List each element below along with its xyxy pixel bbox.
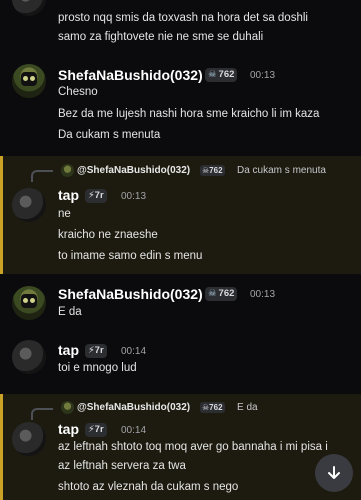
avatar[interactable]: [12, 286, 46, 320]
avatar[interactable]: [12, 188, 46, 222]
message[interactable]: tap ⚡7r 00:14 toi e mnogo lud: [0, 336, 361, 386]
lightning-icon: ⚡: [88, 424, 95, 435]
username[interactable]: ShefaNaBushido(032): [58, 286, 203, 302]
message-line: Chesno: [58, 86, 98, 98]
guild-tag-badge[interactable]: ⚡7r: [85, 423, 107, 437]
username[interactable]: tap: [58, 342, 79, 358]
reply-avatar[interactable]: [61, 401, 74, 414]
username[interactable]: ShefaNaBushido(032): [58, 67, 203, 83]
avatar[interactable]: [12, 340, 46, 374]
reply-snippet[interactable]: E da: [237, 402, 258, 413]
reply-guild-tag-badge: ☠762: [200, 402, 225, 413]
message-line: az leftnah servera za twa: [58, 460, 186, 472]
timestamp: 00:13: [250, 289, 276, 300]
reply-connector: [31, 170, 53, 182]
eye-icon: [30, 298, 35, 303]
avatar[interactable]: [12, 0, 46, 16]
skull-icon: ☠: [208, 288, 217, 299]
chevron-down-icon: [328, 466, 340, 479]
message-line: prosto nqq smis da toxvash na hora det s…: [58, 12, 308, 24]
message-highlighted[interactable]: @ShefaNaBushido(032) ☠762 E da tap ⚡7r 0…: [0, 394, 361, 500]
reply-author[interactable]: @ShefaNaBushido(032): [77, 165, 190, 176]
timestamp: 00:14: [121, 425, 147, 436]
message-partial: prosto nqq smis da toxvash na hora det s…: [0, 0, 361, 52]
reply-avatar[interactable]: [61, 164, 74, 177]
message-line: az leftnah shtoto toq moq aver go bannah…: [58, 441, 328, 453]
message-line: Bez da me lujesh nashi hora sme kraicho …: [58, 108, 320, 120]
skull-icon: ☠: [208, 69, 217, 80]
message-line: Da cukam s menuta: [58, 129, 161, 141]
username[interactable]: tap: [58, 187, 79, 203]
message-line: ne: [58, 208, 71, 220]
message-line: shtoto az vleznah da cukam s nego: [58, 481, 239, 493]
eye-icon: [23, 76, 28, 81]
username[interactable]: tap: [58, 421, 79, 437]
timestamp: 00:13: [121, 191, 147, 202]
reply-connector: [31, 408, 53, 420]
timestamp: 00:14: [121, 346, 147, 357]
guild-tag-badge[interactable]: ⚡7r: [85, 344, 107, 358]
eye-icon: [23, 298, 28, 303]
guild-tag-badge[interactable]: ☠ 762: [205, 287, 238, 301]
message-line: samo za fightovete nie ne sme se duhali: [58, 31, 264, 43]
message-line: to imame samo edin s menu: [58, 250, 203, 262]
reply-guild-tag-badge: ☠762: [200, 165, 225, 176]
avatar[interactable]: [12, 422, 46, 456]
reply-author[interactable]: @ShefaNaBushido(032): [77, 402, 190, 413]
message-line: kraicho ne znaeshe: [58, 229, 158, 241]
guild-tag-badge[interactable]: ⚡7r: [85, 189, 107, 203]
scroll-to-bottom-button[interactable]: [315, 454, 353, 492]
message[interactable]: ShefaNaBushido(032) ☠ 762 00:13 E da: [0, 280, 361, 330]
message-line: toi e mnogo lud: [58, 362, 137, 374]
message-line: E da: [58, 306, 82, 318]
reply-snippet[interactable]: Da cukam s menuta: [237, 165, 326, 176]
eye-icon: [30, 76, 35, 81]
guild-tag-badge[interactable]: ☠ 762: [205, 68, 238, 82]
chat-message-list[interactable]: prosto nqq smis da toxvash na hora det s…: [0, 0, 361, 500]
lightning-icon: ⚡: [88, 190, 95, 201]
timestamp: 00:13: [250, 70, 276, 81]
message[interactable]: ShefaNaBushido(032) ☠ 762 00:13 Chesno Be…: [0, 58, 361, 153]
lightning-icon: ⚡: [88, 345, 95, 356]
message-highlighted[interactable]: @ShefaNaBushido(032) ☠762 Da cukam s men…: [0, 156, 361, 274]
avatar[interactable]: [12, 64, 46, 98]
